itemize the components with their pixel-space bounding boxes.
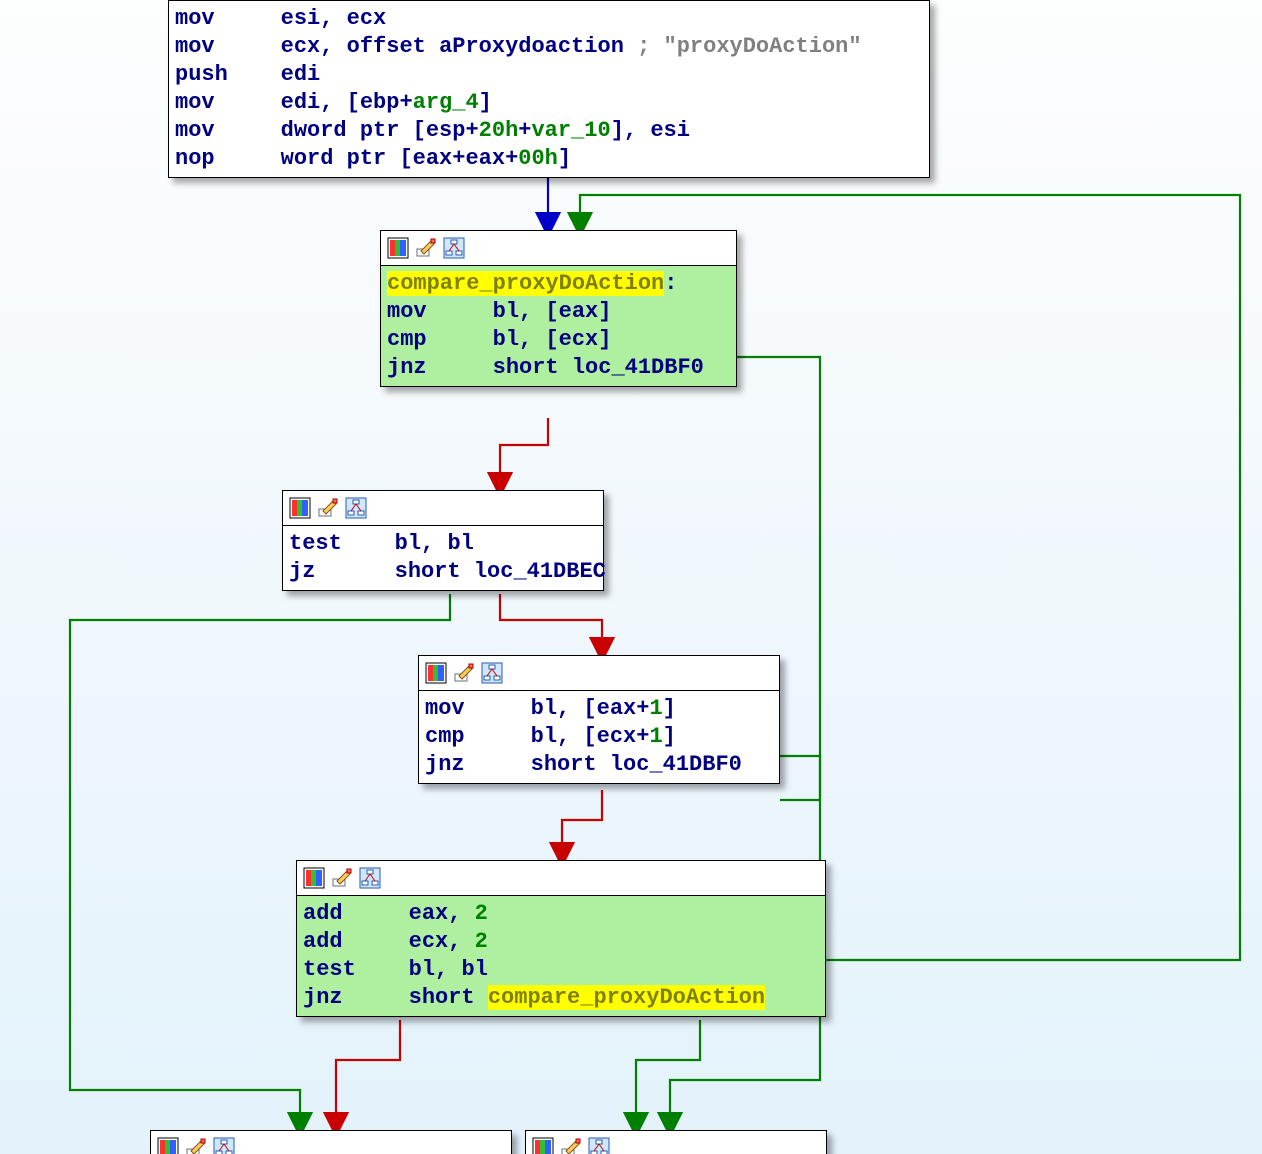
basic-block-3[interactable]: mov bl, [eax+1] cmp bl, [ecx+1] jnz shor… [418, 655, 780, 784]
basic-block-0[interactable]: mov esi, ecx mov ecx, offset aProxydoact… [168, 0, 930, 178]
graph-icon[interactable] [481, 662, 503, 684]
edit-icon[interactable] [415, 237, 437, 259]
edit-icon[interactable] [453, 662, 475, 684]
edit-icon[interactable] [185, 1137, 207, 1154]
colors-icon[interactable] [532, 1137, 554, 1154]
node-titlebar [526, 1131, 826, 1154]
basic-block-bottom-left[interactable] [150, 1130, 512, 1154]
colors-icon[interactable] [157, 1137, 179, 1154]
graph-icon[interactable] [345, 497, 367, 519]
asm-body: compare_proxyDoAction: mov bl, [eax] cmp… [381, 266, 736, 386]
colors-icon[interactable] [303, 867, 325, 889]
asm-body: add eax, 2 add ecx, 2 test bl, bl jnz sh… [297, 896, 825, 1016]
basic-block-compare-proxydoaction[interactable]: compare_proxyDoAction: mov bl, [eax] cmp… [380, 230, 737, 387]
graph-icon[interactable] [359, 867, 381, 889]
edit-icon[interactable] [331, 867, 353, 889]
node-titlebar [381, 231, 736, 266]
node-titlebar [297, 861, 825, 896]
colors-icon[interactable] [289, 497, 311, 519]
graph-icon[interactable] [213, 1137, 235, 1154]
basic-block-bottom-right[interactable] [525, 1130, 827, 1154]
node-titlebar [151, 1131, 511, 1154]
graph-icon[interactable] [588, 1137, 610, 1154]
colors-icon[interactable] [425, 662, 447, 684]
edit-icon[interactable] [560, 1137, 582, 1154]
basic-block-4[interactable]: add eax, 2 add ecx, 2 test bl, bl jnz sh… [296, 860, 826, 1017]
ida-graph-canvas[interactable]: mov esi, ecx mov ecx, offset aProxydoact… [0, 0, 1262, 1154]
asm-body: mov bl, [eax+1] cmp bl, [ecx+1] jnz shor… [419, 691, 779, 783]
graph-icon[interactable] [443, 237, 465, 259]
basic-block-2[interactable]: test bl, bl jz short loc_41DBEC [282, 490, 604, 591]
colors-icon[interactable] [387, 237, 409, 259]
node-titlebar [419, 656, 779, 691]
asm-body: test bl, bl jz short loc_41DBEC [283, 526, 603, 590]
asm-body: mov esi, ecx mov ecx, offset aProxydoact… [169, 1, 929, 177]
edit-icon[interactable] [317, 497, 339, 519]
node-titlebar [283, 491, 603, 526]
